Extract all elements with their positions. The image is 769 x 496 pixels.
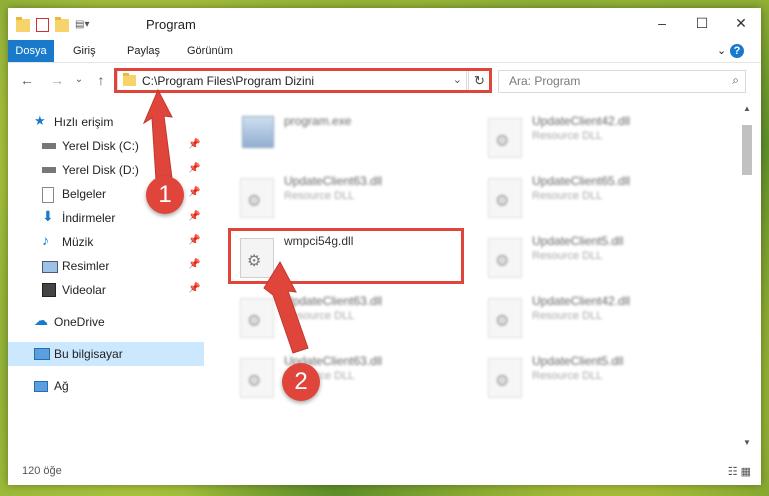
step-badge-2: 2 [282,363,320,401]
arrow-2 [263,260,309,354]
step-badge-1: 1 [146,176,184,214]
arrow-1 [142,88,173,181]
annotation-arrows [142,88,309,354]
